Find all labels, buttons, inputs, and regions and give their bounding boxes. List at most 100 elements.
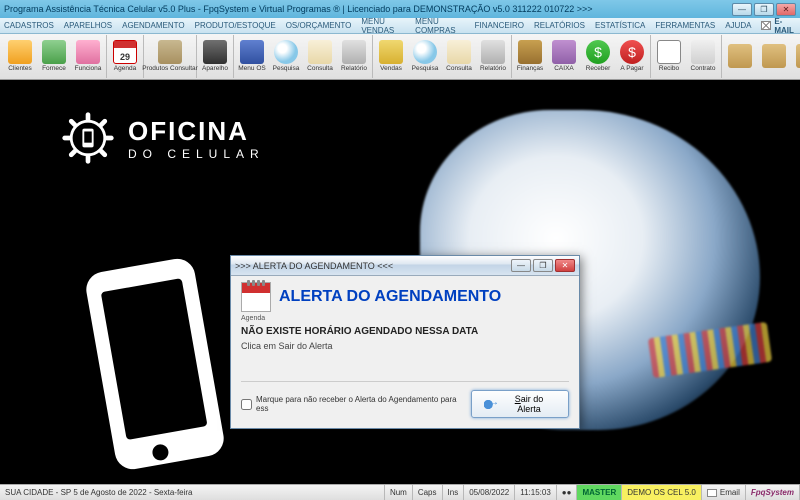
window-title: Programa Assistência Técnica Celular v5.…	[4, 4, 732, 14]
dialog-titlebar[interactable]: >>> ALERTA DO AGENDAMENTO <<< ― ❐ ✕	[231, 256, 579, 276]
calendar-icon	[241, 282, 271, 312]
logo-line2: DO CELULAR	[128, 147, 265, 161]
toolbar-icon-button[interactable]	[791, 36, 800, 78]
consulta-icon	[308, 40, 332, 64]
menu-produto-estoque[interactable]: PRODUTO/ESTOQUE	[195, 21, 276, 30]
fornece-icon	[42, 40, 66, 64]
dialog-minimize-button[interactable]: ―	[511, 259, 531, 272]
close-button[interactable]: ✕	[776, 3, 796, 16]
status-demo: DEMO OS CEL 5.0	[622, 485, 702, 500]
aparelho-icon	[203, 40, 227, 64]
email-icon	[761, 21, 771, 30]
menu-os-orcamento[interactable]: OS/ORÇAMENTO	[286, 21, 352, 30]
toolbar-relatório-button[interactable]: Relatório	[337, 36, 371, 78]
recibo-icon	[657, 40, 681, 64]
mail-icon	[707, 489, 717, 497]
alert-dialog: >>> ALERTA DO AGENDAMENTO <<< ― ❐ ✕ Agen…	[230, 255, 580, 429]
clientes-icon	[8, 40, 32, 64]
status-brand: FpqSystem	[746, 485, 800, 500]
toolbar-caixa-button[interactable]: CAIXA	[547, 36, 581, 78]
menu-cadastros[interactable]: CADASTROS	[4, 21, 54, 30]
contrato-icon	[691, 40, 715, 64]
dialog-message: NÃO EXISTE HORÁRIO AGENDADO NESSA DATA	[241, 326, 569, 337]
status-location: SUA CIDADE - SP 5 de Agosto de 2022 - Se…	[0, 485, 385, 500]
suppress-checkbox-input[interactable]	[241, 399, 252, 410]
toolbar-aparelho-button[interactable]: Aparelho	[198, 36, 232, 78]
toolbar-contrato-button[interactable]: Contrato	[686, 36, 720, 78]
gear-phone-icon	[60, 110, 116, 166]
misc-icon	[796, 44, 800, 68]
status-num: Num	[385, 485, 413, 500]
window-controls: ― ❐ ✕	[732, 3, 796, 16]
dialog-close-button[interactable]: ✕	[555, 259, 575, 272]
agenda-icon	[113, 40, 137, 64]
toolbar-relatório-button[interactable]: Relatório	[476, 36, 510, 78]
toolbar-pesquisa-button[interactable]: Pesquisa	[269, 36, 303, 78]
menu-estatistica[interactable]: ESTATÍSTICA	[595, 21, 645, 30]
toolbar-recibo-button[interactable]: Recibo	[652, 36, 686, 78]
dialog-suppress-checkbox[interactable]: Marque para não receber o Alerta do Agen…	[241, 395, 471, 413]
toolbar-fornece-button[interactable]: Fornece	[37, 36, 71, 78]
menu-email-button[interactable]: E-MAIL	[761, 17, 796, 35]
menu-relatorios[interactable]: RELATÓRIOS	[534, 21, 585, 30]
toolbar-icon-button[interactable]	[723, 36, 757, 78]
status-master: MASTER	[577, 485, 622, 500]
menu-vendas[interactable]: MENU VENDAS	[361, 17, 405, 35]
toolbar-vendas-button[interactable]: Vendas	[374, 36, 408, 78]
toolbar-clientes-button[interactable]: Clientes	[3, 36, 37, 78]
toolbar-agenda-button[interactable]: Agenda	[108, 36, 142, 78]
menu-aparelhos[interactable]: APARELHOS	[64, 21, 112, 30]
pesquisa-icon	[413, 40, 437, 64]
toolbar-receber-button[interactable]: $Receber	[581, 36, 615, 78]
minimize-button[interactable]: ―	[732, 3, 752, 16]
toolbar-consulta-button[interactable]: Consulta	[303, 36, 337, 78]
statusbar: SUA CIDADE - SP 5 de Agosto de 2022 - Se…	[0, 484, 800, 500]
toolbar-icon-button[interactable]	[757, 36, 791, 78]
logo-line1: OFICINA	[128, 116, 265, 147]
funciona-icon	[76, 40, 100, 64]
workspace: OFICINA DO CELULAR >>> ALERTA DO AGENDAM…	[0, 80, 800, 484]
main-toolbar: ClientesForneceFuncionaAgendaProdutos Co…	[0, 34, 800, 80]
toolbar-pesquisa-button[interactable]: Pesquisa	[408, 36, 442, 78]
status-time: 11:15:03	[515, 485, 557, 500]
exit-alert-button[interactable]: Sair do Alerta	[471, 390, 569, 418]
status-ins: Ins	[443, 485, 465, 500]
vendas-icon	[379, 40, 403, 64]
window-titlebar: Programa Assistência Técnica Celular v5.…	[0, 0, 800, 18]
toolbar-produtos-consultar-button[interactable]: Produtos Consultar	[145, 36, 195, 78]
financas-icon	[518, 40, 542, 64]
caixa-icon	[552, 40, 576, 64]
brand-logo: OFICINA DO CELULAR	[60, 110, 265, 166]
apagar-icon: $	[620, 40, 644, 64]
menu-compras[interactable]: MENU COMPRAS	[415, 17, 464, 35]
produtos-icon	[158, 40, 182, 64]
relatorio-icon	[342, 40, 366, 64]
toolbar-a-pagar-button[interactable]: $A Pagar	[615, 36, 649, 78]
menu-agendamento[interactable]: AGENDAMENTO	[122, 21, 185, 30]
misc-icon	[728, 44, 752, 68]
dialog-heading: ALERTA DO AGENDAMENTO	[279, 288, 501, 306]
dialog-title: >>> ALERTA DO AGENDAMENTO <<<	[235, 261, 511, 271]
menu-financeiro[interactable]: FINANCEIRO	[475, 21, 524, 30]
misc-icon	[762, 44, 786, 68]
dialog-icon-label: Agenda	[241, 315, 265, 322]
status-date: 05/08/2022	[464, 485, 515, 500]
menubar: CADASTROS APARELHOS AGENDAMENTO PRODUTO/…	[0, 18, 800, 34]
exit-icon	[484, 399, 498, 410]
menu-ferramentas[interactable]: FERRAMENTAS	[655, 21, 715, 30]
receber-icon: $	[586, 40, 610, 64]
status-email[interactable]: Email	[702, 485, 746, 500]
toolbar-menu-os-button[interactable]: Menu OS	[235, 36, 269, 78]
pesquisa-icon	[274, 40, 298, 64]
relatorio-icon	[481, 40, 505, 64]
toolbar-funciona-button[interactable]: Funciona	[71, 36, 105, 78]
toolbar-finanças-button[interactable]: Finanças	[513, 36, 547, 78]
maximize-button[interactable]: ❐	[754, 3, 774, 16]
toolbar-consulta-button[interactable]: Consulta	[442, 36, 476, 78]
consulta-icon	[447, 40, 471, 64]
dialog-subtext: Clica em Sair do Alerta	[241, 341, 569, 351]
dialog-maximize-button[interactable]: ❐	[533, 259, 553, 272]
menuos-icon	[240, 40, 264, 64]
status-indicator-1: ●●	[557, 485, 578, 500]
menu-ajuda[interactable]: AJUDA	[725, 21, 751, 30]
